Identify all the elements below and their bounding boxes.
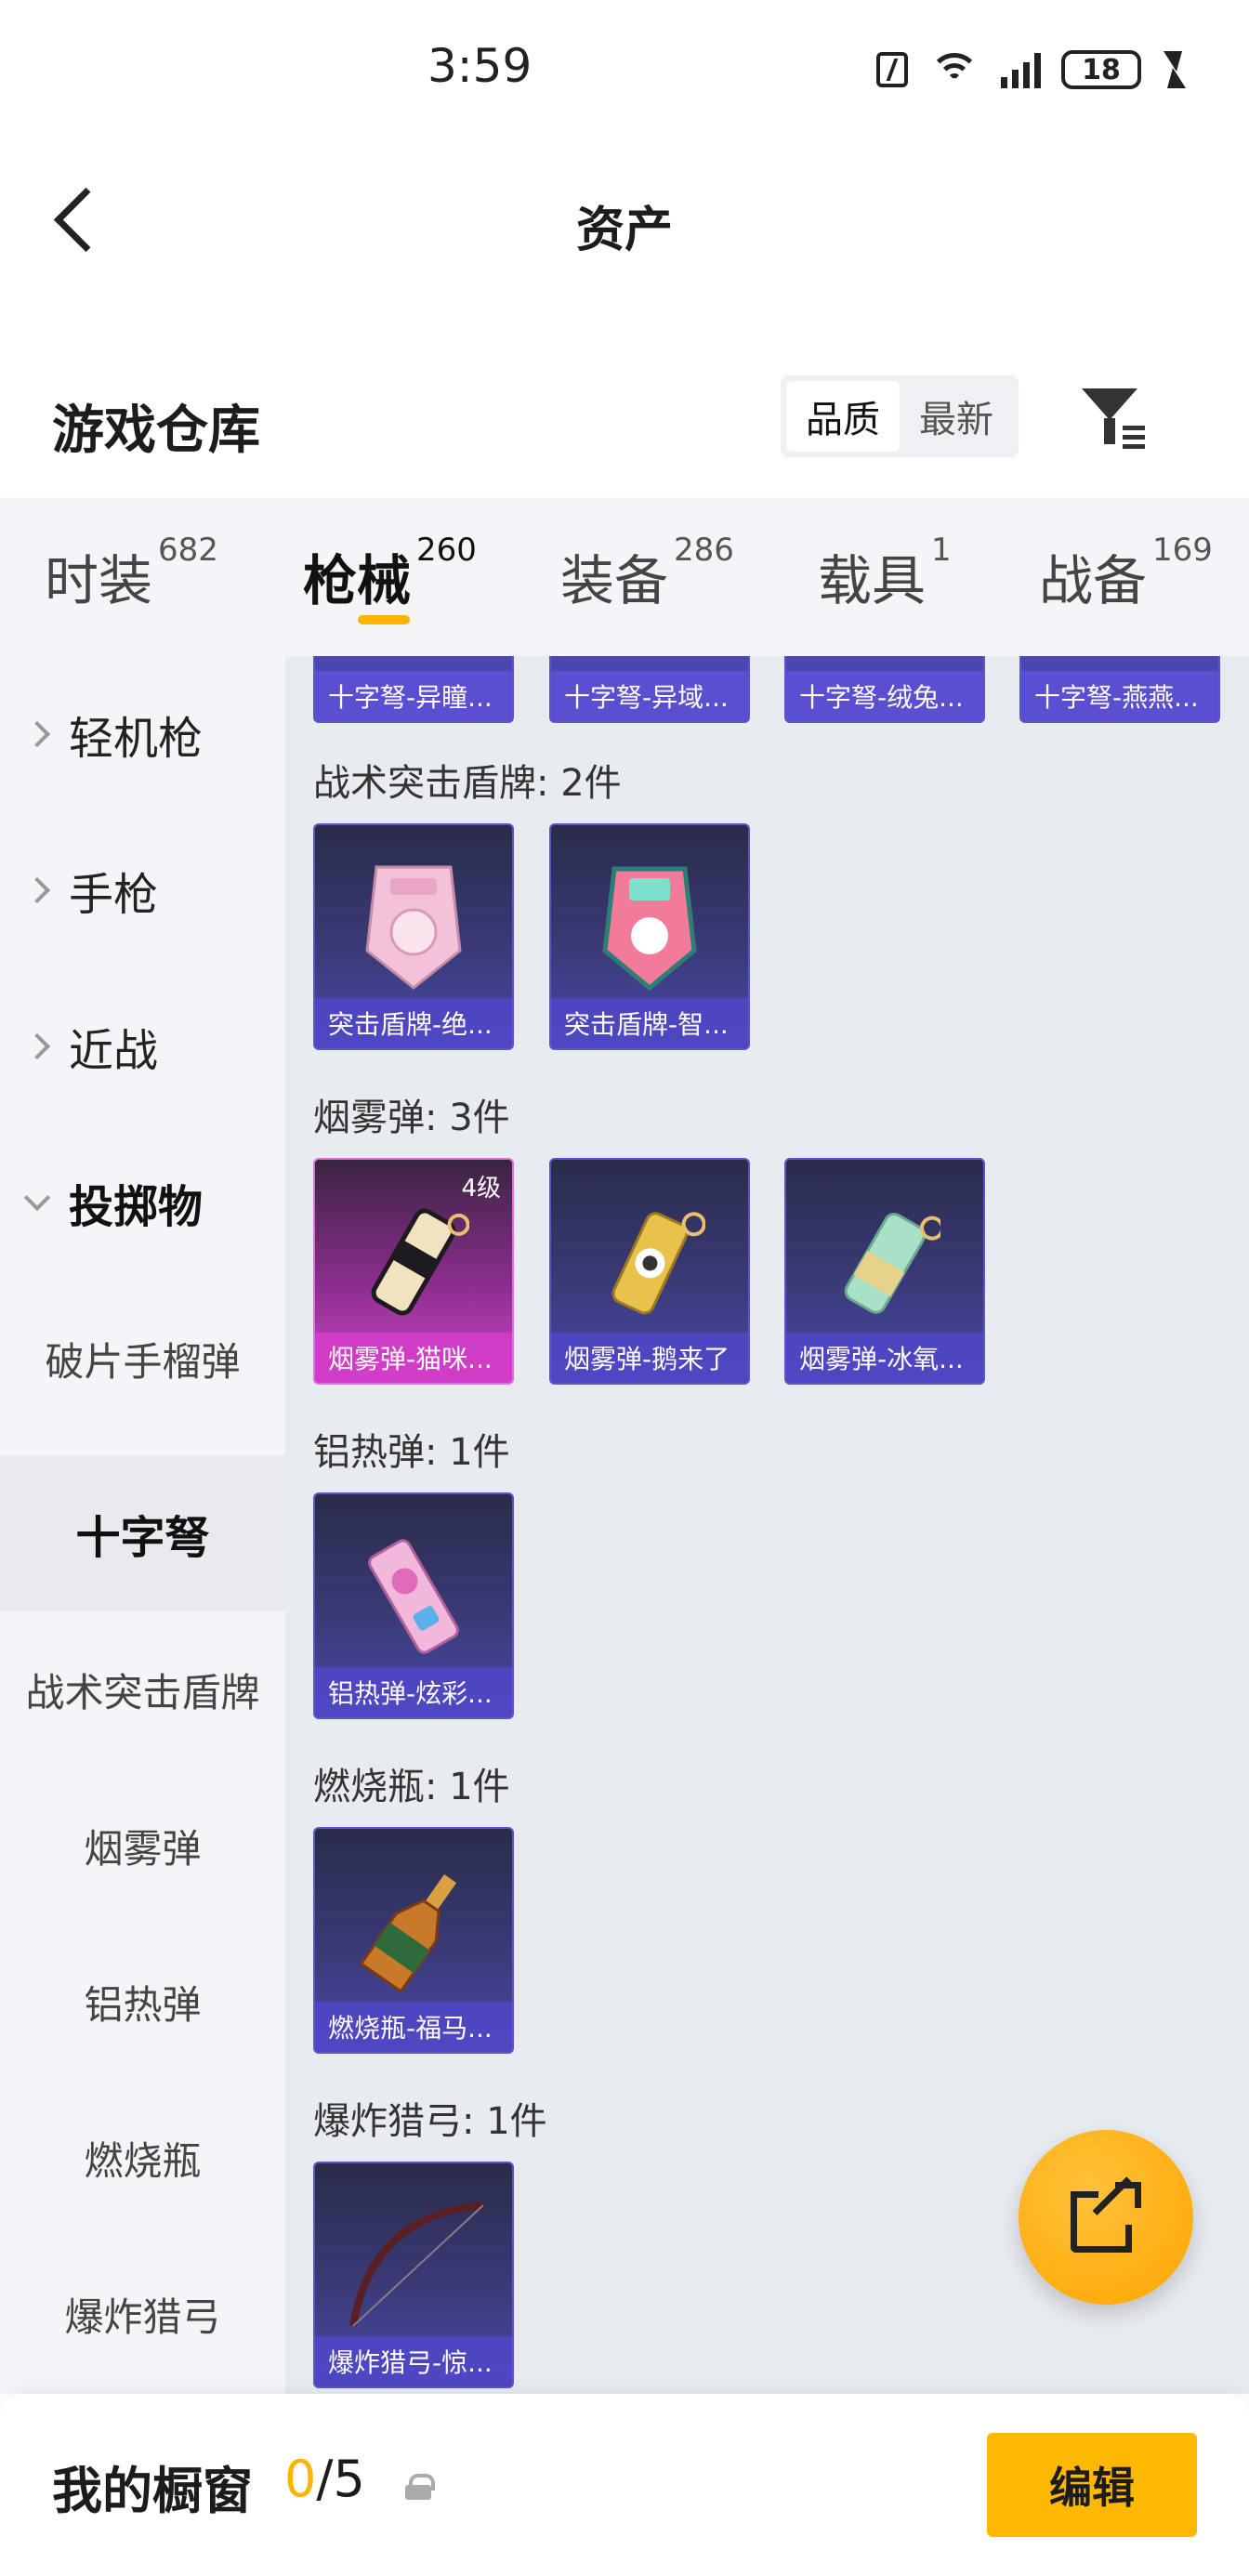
item-card[interactable]: 烟雾弹-冰氧... bbox=[784, 1158, 985, 1385]
group-title: 铝热弹: 1件 bbox=[313, 1431, 510, 1474]
tab-fashion[interactable]: 时装 682 bbox=[45, 532, 218, 615]
sidebar-subitem-explosive-bow[interactable]: 爆炸猎弓 bbox=[0, 2236, 285, 2392]
sidebar-subitem-assault-shield[interactable]: 战术突击盾牌 bbox=[0, 1611, 285, 1768]
status-bar: 3:59 18 bbox=[0, 0, 1249, 139]
smoke-grenade-item-icon bbox=[611, 1212, 705, 1315]
chevron-down-icon bbox=[23, 1184, 51, 1212]
chevron-right-icon bbox=[23, 876, 51, 904]
tab-battle-prep[interactable]: 战备 169 bbox=[1039, 532, 1213, 615]
item-card[interactable]: 4级 烟雾弹-猫咪... bbox=[313, 1158, 514, 1385]
sort-toggle: 品质 最新 bbox=[781, 375, 1019, 457]
sidebar-subitem-frag-grenade[interactable]: 破片手榴弹 bbox=[0, 1281, 285, 1437]
item-card[interactable]: 爆炸猎弓-惊... bbox=[313, 2162, 514, 2388]
edit-button[interactable]: 编辑 bbox=[987, 2433, 1197, 2537]
bow-item-icon bbox=[349, 2201, 484, 2328]
tab-vehicles[interactable]: 载具 1 bbox=[818, 532, 952, 615]
showcase-label: 我的橱窗 bbox=[52, 2462, 253, 2520]
sidebar-item-pistol[interactable]: 手枪 bbox=[0, 812, 285, 968]
item-card[interactable]: 燃烧瓶-福马... bbox=[313, 1827, 514, 2054]
share-icon bbox=[1071, 2176, 1141, 2253]
sidebar-subitem-thermite[interactable]: 铝热弹 bbox=[0, 1924, 285, 2080]
shield-item-icon bbox=[365, 865, 462, 991]
battery-icon: 18 bbox=[1061, 50, 1141, 89]
item-card[interactable]: 十字弩-异域... bbox=[549, 656, 750, 723]
thermite-item-icon bbox=[368, 1539, 459, 1655]
charging-icon bbox=[1162, 51, 1186, 88]
signal-icon bbox=[1001, 51, 1041, 88]
filter-icon[interactable] bbox=[1078, 385, 1145, 450]
sidebar-item-light-machine-gun[interactable]: 轻机枪 bbox=[0, 656, 285, 812]
warehouse-title: 游戏仓库 bbox=[52, 401, 260, 461]
group-title: 烟雾弹: 3件 bbox=[313, 1097, 510, 1139]
chevron-right-icon bbox=[23, 720, 51, 748]
showcase-bar: 我的橱窗 0/5 编辑 bbox=[0, 2394, 1249, 2576]
lock-icon bbox=[405, 2474, 435, 2500]
item-card[interactable]: 烟雾弹-鹅来了 bbox=[549, 1158, 750, 1385]
item-card[interactable]: 铝热弹-炫彩... bbox=[313, 1492, 514, 1719]
active-tab-indicator bbox=[358, 615, 410, 624]
group-title: 燃烧瓶: 1件 bbox=[313, 1766, 510, 1808]
sidebar-item-throwables[interactable]: 投掷物 bbox=[0, 1124, 285, 1281]
sidebar-subitem-smoke-grenade[interactable]: 烟雾弹 bbox=[0, 1768, 285, 1924]
molotov-item-icon bbox=[359, 1874, 457, 1994]
status-icons: 18 bbox=[876, 50, 1186, 89]
group-title: 战术突击盾牌: 2件 bbox=[313, 762, 622, 805]
chevron-right-icon bbox=[23, 1032, 51, 1060]
tab-equipment[interactable]: 装备 286 bbox=[560, 532, 734, 615]
category-tabs: 时装 682 枪械 260 装备 286 载具 1 战备 169 bbox=[0, 498, 1249, 656]
nfc-icon bbox=[876, 52, 908, 87]
sidebar-subitem-crossbow[interactable]: 十字弩 bbox=[0, 1455, 285, 1611]
smoke-grenade-item-icon bbox=[371, 1208, 469, 1316]
sidebar: 轻机枪 手枪 近战 投掷物 破片手榴弹 十字弩 战术突击盾牌 烟雾弹 铝热弹 燃… bbox=[0, 656, 285, 2394]
shield-item-icon bbox=[602, 866, 697, 992]
page-title: 资产 bbox=[575, 203, 673, 258]
item-card[interactable]: 十字弩-异瞳... bbox=[313, 656, 514, 723]
tab-firearms[interactable]: 枪械 260 bbox=[303, 532, 477, 615]
status-time: 3:59 bbox=[427, 39, 532, 93]
item-card[interactable]: 十字弩-绒兔... bbox=[784, 656, 985, 723]
sort-newest-button[interactable]: 最新 bbox=[900, 381, 1013, 452]
smoke-grenade-item-icon bbox=[844, 1213, 940, 1315]
showcase-count: 0/5 bbox=[284, 2450, 365, 2508]
item-card[interactable]: 突击盾牌-智... bbox=[549, 823, 750, 1050]
sort-quality-button[interactable]: 品质 bbox=[786, 381, 900, 452]
share-button[interactable] bbox=[1019, 2130, 1193, 2305]
group-title: 爆炸猎弓: 1件 bbox=[313, 2100, 547, 2143]
item-card[interactable]: 突击盾牌-绝... bbox=[313, 823, 514, 1050]
sidebar-item-melee[interactable]: 近战 bbox=[0, 968, 285, 1124]
sidebar-subitem-molotov[interactable]: 燃烧瓶 bbox=[0, 2080, 285, 2236]
item-card[interactable]: 十字弩-燕燕... bbox=[1019, 656, 1220, 723]
wifi-icon bbox=[928, 51, 980, 88]
